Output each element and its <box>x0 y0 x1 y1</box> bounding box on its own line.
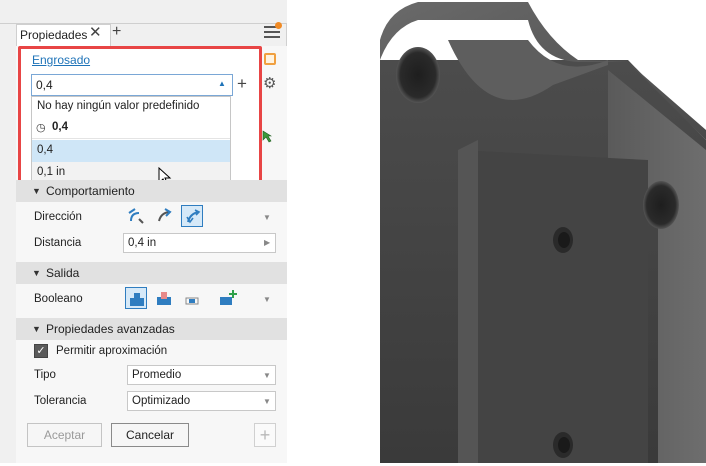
distancia-value: 0,4 in <box>128 237 157 249</box>
direccion-label: Dirección <box>34 211 82 223</box>
cut-icon[interactable] <box>153 287 175 309</box>
distancia-label: Distancia <box>34 237 82 249</box>
new-solid-icon[interactable] <box>216 287 238 309</box>
list-item-label: 0,4 <box>52 121 68 133</box>
face-select-icon[interactable] <box>262 130 273 143</box>
direction-flip-icon[interactable] <box>153 205 175 227</box>
section-title: Propiedades avanzadas <box>46 322 175 336</box>
chevron-right-icon[interactable]: ▶ <box>264 238 270 247</box>
collapse-icon[interactable]: ▼ <box>32 268 41 278</box>
list-item-label: No hay ningún valor predefinido <box>37 100 200 112</box>
join-icon[interactable] <box>125 287 147 309</box>
tipo-value: Promedio <box>132 369 182 381</box>
tolerancia-value: Optimizado <box>132 395 191 407</box>
dropdown-arrow-icon[interactable]: ▲ <box>218 79 226 88</box>
list-item-label: 0,4 <box>37 144 53 156</box>
value-combo[interactable] <box>31 74 233 96</box>
model-viewport[interactable] <box>378 0 706 463</box>
cube-icon[interactable] <box>264 53 276 65</box>
section-title: Comportamiento <box>46 184 135 198</box>
chevron-down-icon[interactable]: ▼ <box>263 295 271 304</box>
chevron-down-icon[interactable]: ▼ <box>263 397 271 406</box>
add-value-icon[interactable]: + <box>237 74 247 94</box>
tipo-label: Tipo <box>34 369 56 381</box>
gear-icon[interactable]: ⚙ <box>263 74 276 92</box>
permitir-checkbox[interactable]: ✓ <box>34 344 48 358</box>
collapse-icon[interactable]: ▼ <box>32 324 41 334</box>
chevron-down-icon[interactable]: ▼ <box>263 213 271 222</box>
combo-value: 0,4 <box>36 78 53 92</box>
accept-button[interactable]: Aceptar <box>27 423 102 447</box>
permitir-label: Permitir aproximación <box>56 345 168 357</box>
close-icon[interactable]: ✕ <box>89 25 102 41</box>
tab-label: Propiedades <box>20 28 88 42</box>
direction-symmetric-icon[interactable] <box>181 205 203 227</box>
collapse-icon[interactable]: ▼ <box>32 186 41 196</box>
clock-icon: ◷ <box>36 122 46 134</box>
add-tab-icon[interactable]: + <box>112 24 121 40</box>
tolerancia-label: Tolerancia <box>34 395 87 407</box>
list-item-selected[interactable] <box>32 140 230 162</box>
tab-bar <box>0 0 287 24</box>
feature-title[interactable]: Engrosado <box>32 53 90 67</box>
list-item-label: 0,1 in <box>37 166 66 178</box>
apply-add-button[interactable]: + <box>254 423 276 447</box>
cancel-button[interactable]: Cancelar <box>111 423 189 447</box>
direction-default-icon[interactable] <box>125 205 147 227</box>
booleano-label: Booleano <box>34 293 83 305</box>
intersect-icon[interactable] <box>181 287 203 309</box>
chevron-down-icon[interactable]: ▼ <box>263 371 271 380</box>
notification-dot <box>275 22 282 29</box>
section-title: Salida <box>46 266 80 280</box>
